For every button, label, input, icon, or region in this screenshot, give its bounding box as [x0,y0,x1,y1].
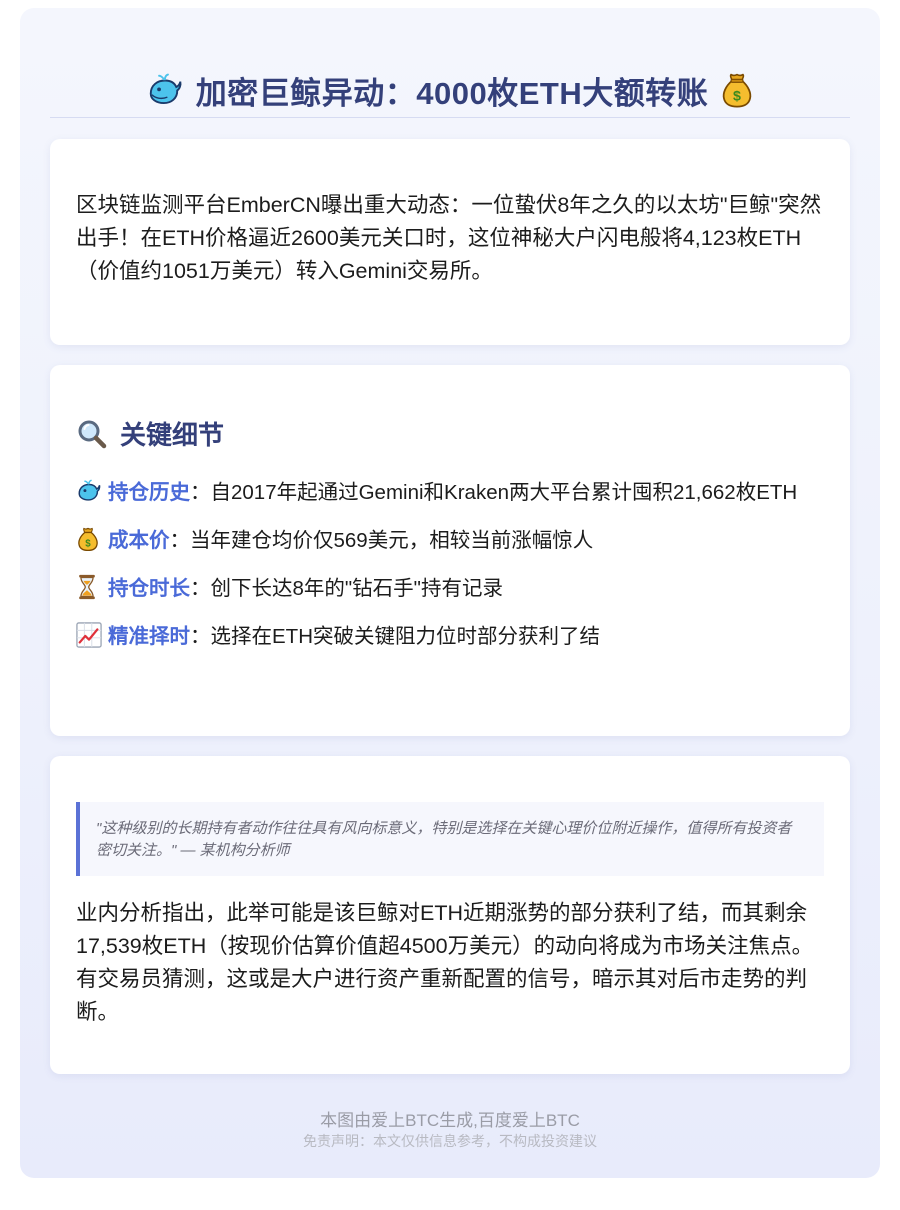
intro-card: 区块链监测平台EmberCN曝出重大动态：一位蛰伏8年之久的以太坊"巨鲸"突然出… [50,139,850,345]
detail-label: 持仓时长 [108,577,190,600]
chart-up-icon [76,622,102,648]
detail-label: 精准择时 [108,625,190,648]
money-bag-icon: $ [76,526,102,552]
analysis-card: "这种级别的长期持有者动作往往具有风向标意义，特别是选择在关键心理价位附近操作，… [50,756,850,1074]
detail-text: ：自2017年起通过Gemini和Kraken两大平台累计囤积21,662枚ET… [190,481,798,504]
analyst-quote: "这种级别的长期持有者动作往往具有风向标意义，特别是选择在关键心理价位附近操作，… [76,802,824,876]
footer-source: 本图由爱上BTC生成,百度爱上BTC [320,1111,580,1130]
footer-disclaimer: 免责声明：本文仅供信息参考，不构成投资建议 [303,1133,597,1149]
detail-label: 持仓历史 [108,481,190,504]
svg-text:$: $ [733,89,741,105]
article-page: 加密巨鲸异动：4000枚ETH大额转账 $ 区块链监测平台EmberCN曝出重大… [20,8,880,1178]
detail-text: ：当年建仓均价仅569美元，相较当前涨幅惊人 [169,529,594,552]
detail-item-cost: $ 成本价：当年建仓均价仅569美元，相较当前涨幅惊人 [76,525,826,557]
title-divider [50,117,850,118]
title-row: 加密巨鲸异动：4000枚ETH大额转账 $ [50,60,850,120]
details-list: 持仓历史：自2017年起通过Gemini和Kraken两大平台累计囤积21,66… [76,477,826,669]
magnifier-icon [76,418,108,450]
analysis-paragraph: 业内分析指出，此举可能是该巨鲸对ETH近期涨势的部分获利了结，而其剩余17,53… [76,901,814,1024]
intro-paragraph: 区块链监测平台EmberCN曝出重大动态：一位蛰伏8年之久的以太坊"巨鲸"突然出… [76,193,822,283]
detail-text: ：创下长达8年的"钻石手"持有记录 [190,577,503,600]
svg-text:$: $ [85,538,91,549]
detail-item-history: 持仓历史：自2017年起通过Gemini和Kraken两大平台累计囤积21,66… [76,477,826,509]
whale-icon [146,71,184,109]
whale-icon [76,478,102,504]
detail-label: 成本价 [108,529,170,552]
details-card: 关键细节 持仓历史：自2017年起通过Gemini和Kraken两大平台累计囤积… [50,365,850,736]
detail-item-timing: 精准择时：选择在ETH突破关键阻力位时部分获利了结 [76,621,826,653]
detail-item-duration: 持仓时长：创下长达8年的"钻石手"持有记录 [76,573,826,605]
hourglass-icon [76,574,102,600]
details-title: 关键细节 [120,420,225,450]
money-bag-icon: $ [720,71,754,109]
detail-text: ：选择在ETH突破关键阻力位时部分获利了结 [190,625,600,648]
page-title: 加密巨鲸异动：4000枚ETH大额转账 [195,75,709,111]
details-heading: 关键细节 [76,415,224,452]
